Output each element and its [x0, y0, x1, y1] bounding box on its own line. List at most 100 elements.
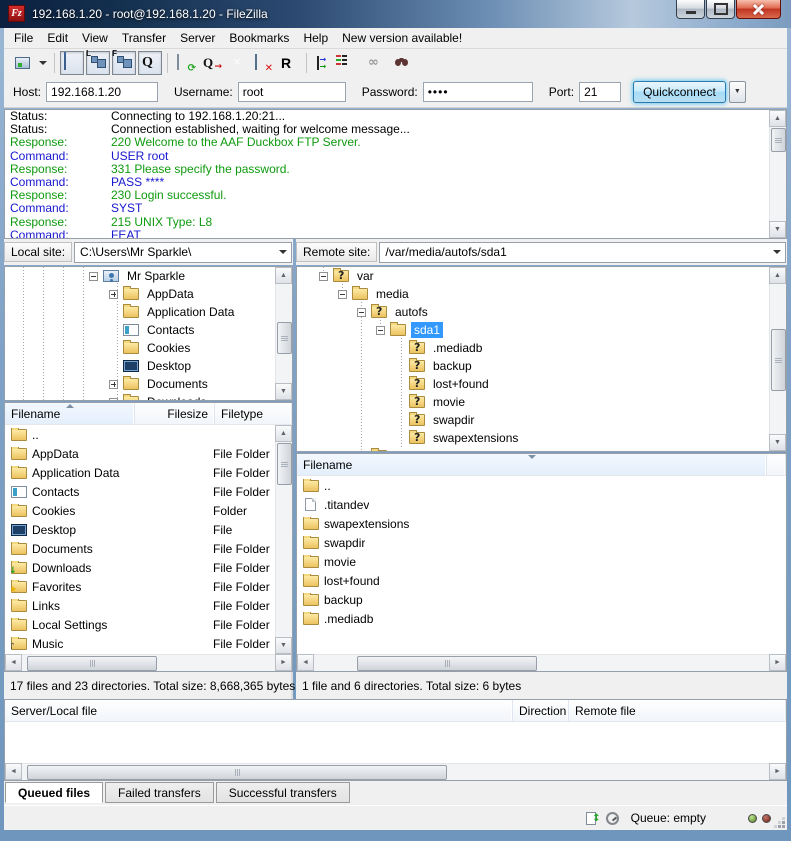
- scroll-up-arrow[interactable]: ▲: [275, 267, 292, 284]
- file-row[interactable]: ↓DownloadsFile Folder: [5, 558, 292, 577]
- collapse-icon[interactable]: [338, 290, 347, 299]
- menu-bookmarks[interactable]: Bookmarks: [222, 29, 296, 47]
- process-queue-button[interactable]: [199, 51, 223, 75]
- tree-item[interactable]: .mediadb: [297, 339, 786, 357]
- column-header-filename[interactable]: Filename: [5, 403, 135, 424]
- local-tree-scrollbar[interactable]: ▲ ▼: [275, 267, 292, 400]
- column-header-filetype[interactable]: Filetype: [215, 403, 292, 424]
- scrollbar-thumb[interactable]: [357, 656, 537, 671]
- tree-item[interactable]: Desktop: [5, 357, 292, 375]
- scrollbar-thumb[interactable]: [771, 128, 786, 152]
- local-list-hscrollbar[interactable]: ◄ ►: [5, 654, 292, 671]
- scrollbar-thumb[interactable]: [771, 329, 786, 391]
- directory-listing-button[interactable]: [338, 51, 362, 75]
- username-input[interactable]: [238, 82, 346, 102]
- toggle-remote-tree-button[interactable]: F: [112, 51, 136, 75]
- queue-hscrollbar[interactable]: ◄ ►: [5, 763, 786, 780]
- local-list-scrollbar[interactable]: ▲ ▼: [275, 425, 292, 654]
- resize-grip[interactable]: [782, 825, 785, 828]
- tree-item[interactable]: Documents: [5, 375, 292, 393]
- file-row[interactable]: movie: [297, 552, 786, 571]
- file-row[interactable]: Local SettingsFile Folder: [5, 615, 292, 634]
- scrollbar-thumb[interactable]: [277, 322, 292, 354]
- menu-file[interactable]: File: [7, 29, 40, 47]
- close-button[interactable]: [736, 0, 781, 19]
- file-row[interactable]: ..: [297, 476, 786, 495]
- tree-item[interactable]: autofs: [297, 303, 786, 321]
- expand-icon[interactable]: [109, 290, 118, 299]
- collapse-icon[interactable]: [357, 308, 366, 317]
- cancel-button[interactable]: [225, 51, 249, 75]
- log-scrollbar[interactable]: ▲ ▼: [769, 110, 786, 238]
- chevron-down-icon[interactable]: [769, 243, 785, 262]
- scroll-down-arrow[interactable]: ▼: [769, 434, 786, 451]
- expand-icon[interactable]: [109, 398, 118, 402]
- file-row[interactable]: .mediadb: [297, 609, 786, 628]
- scroll-down-arrow[interactable]: ▼: [769, 221, 786, 238]
- menu-transfer[interactable]: Transfer: [115, 29, 173, 47]
- tree-item[interactable]: swapdir: [297, 411, 786, 429]
- scroll-up-arrow[interactable]: ▲: [769, 110, 786, 127]
- tree-item[interactable]: lost+found: [297, 375, 786, 393]
- file-row[interactable]: LinksFile Folder: [5, 596, 292, 615]
- tree-item[interactable]: swapextensions: [297, 429, 786, 447]
- file-row[interactable]: DocumentsFile Folder: [5, 539, 292, 558]
- refresh-button[interactable]: [173, 51, 197, 75]
- tree-item[interactable]: Contacts: [5, 321, 292, 339]
- file-row[interactable]: backup: [297, 590, 786, 609]
- host-input[interactable]: [46, 82, 158, 102]
- quickconnect-button[interactable]: Quickconnect: [633, 81, 726, 103]
- password-input[interactable]: [423, 82, 533, 102]
- file-row[interactable]: ..: [5, 425, 292, 444]
- find-files-button[interactable]: [390, 51, 414, 75]
- maximize-button[interactable]: [706, 0, 735, 19]
- speed-limits-icon[interactable]: [606, 812, 619, 825]
- quickconnect-dropdown-button[interactable]: ▼: [729, 81, 746, 103]
- file-row[interactable]: Application DataFile Folder: [5, 463, 292, 482]
- tree-item[interactable]: Application Data: [5, 303, 292, 321]
- menu-help[interactable]: Help: [296, 29, 335, 47]
- scroll-right-arrow[interactable]: ►: [769, 763, 786, 780]
- tab-queued-files[interactable]: Queued files: [5, 782, 103, 803]
- toggle-queue-button[interactable]: [138, 51, 162, 75]
- tree-item[interactable]: dvd: [297, 447, 786, 452]
- tree-item[interactable]: backup: [297, 357, 786, 375]
- expand-icon[interactable]: [109, 380, 118, 389]
- column-header-direction[interactable]: Direction: [513, 700, 569, 721]
- collapse-icon[interactable]: [89, 272, 98, 281]
- file-row[interactable]: ♪MusicFile Folder: [5, 634, 292, 653]
- minimize-button[interactable]: [676, 0, 705, 19]
- site-manager-dropdown-button[interactable]: [36, 51, 49, 75]
- scroll-up-arrow[interactable]: ▲: [769, 267, 786, 284]
- menu-edit[interactable]: Edit: [40, 29, 75, 47]
- scroll-down-arrow[interactable]: ▼: [275, 637, 292, 654]
- tree-item[interactable]: Mr Sparkle: [5, 267, 292, 285]
- remote-site-combo[interactable]: /var/media/autofs/sda1: [379, 242, 786, 263]
- tab-failed-transfers[interactable]: Failed transfers: [105, 782, 214, 803]
- tree-item[interactable]: AppData: [5, 285, 292, 303]
- scroll-right-arrow[interactable]: ►: [275, 654, 292, 671]
- column-header-filename[interactable]: Filename: [297, 454, 767, 475]
- synchronized-browsing-button[interactable]: [364, 51, 388, 75]
- file-row[interactable]: swapextensions: [297, 514, 786, 533]
- menu-new-version[interactable]: New version available!: [335, 29, 469, 47]
- menu-server[interactable]: Server: [173, 29, 222, 47]
- tree-item[interactable]: movie: [297, 393, 786, 411]
- scroll-up-arrow[interactable]: ▲: [275, 425, 292, 442]
- scroll-left-arrow[interactable]: ◄: [5, 763, 22, 780]
- local-site-combo[interactable]: C:\Users\Mr Sparkle\: [74, 242, 292, 263]
- file-row[interactable]: swapdir: [297, 533, 786, 552]
- tab-successful-transfers[interactable]: Successful transfers: [216, 782, 350, 803]
- tree-item[interactable]: Cookies: [5, 339, 292, 357]
- scroll-left-arrow[interactable]: ◄: [5, 654, 22, 671]
- collapse-icon[interactable]: [319, 272, 328, 281]
- scrollbar-thumb[interactable]: [27, 656, 157, 671]
- disconnect-button[interactable]: [251, 51, 275, 75]
- scroll-left-arrow[interactable]: ◄: [297, 654, 314, 671]
- file-row[interactable]: .titandev: [297, 495, 786, 514]
- column-header-remote-file[interactable]: Remote file: [569, 700, 786, 721]
- reconnect-button[interactable]: [277, 51, 301, 75]
- toggle-local-tree-button[interactable]: L: [86, 51, 110, 75]
- scrollbar-thumb[interactable]: [277, 443, 292, 485]
- tree-item-selected[interactable]: sda1: [297, 321, 786, 339]
